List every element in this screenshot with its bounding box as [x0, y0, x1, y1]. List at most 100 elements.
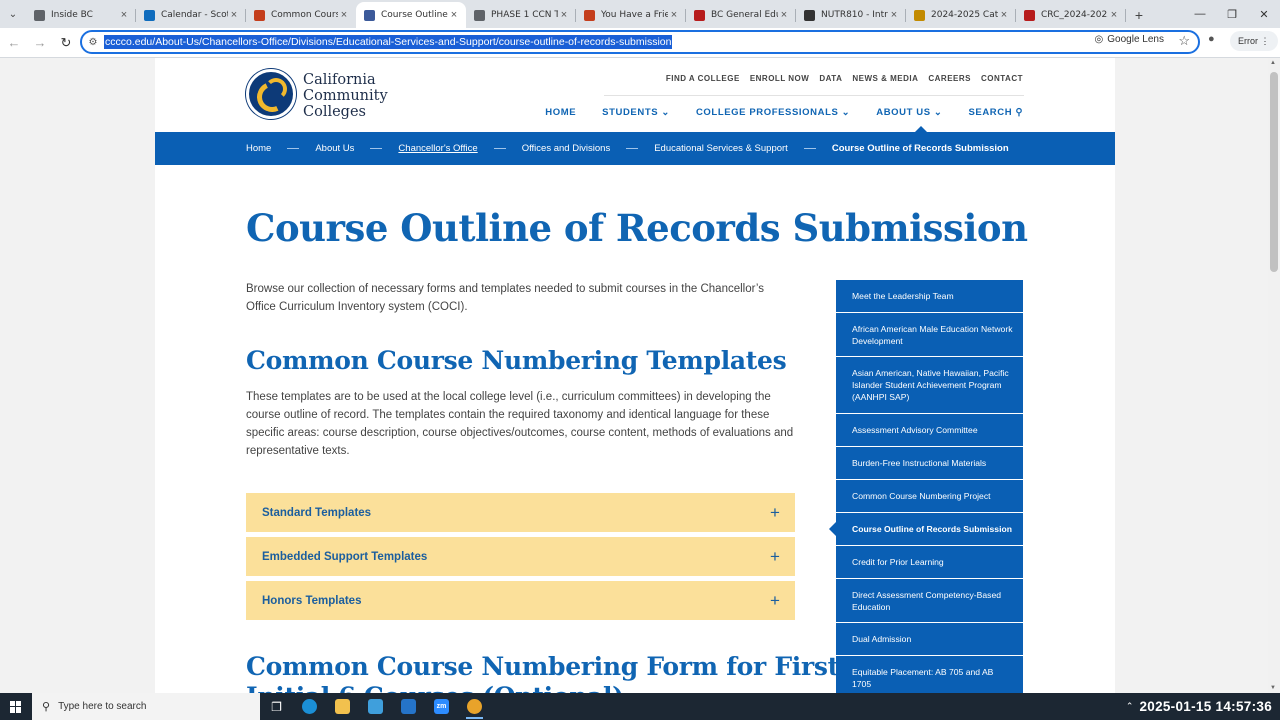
address-bar[interactable]: ⚙ cccco.edu/About-Us/Chancellors-Office/… — [80, 30, 1200, 54]
tab-close-icon[interactable]: × — [558, 9, 570, 21]
tab-favicon-icon — [804, 9, 815, 21]
sidebar-item[interactable]: Asian American, Native Hawaiian, Pacific… — [836, 357, 1023, 414]
minimize-icon[interactable]: — — [1184, 0, 1216, 28]
browser-tab[interactable]: Calendar - Scott C× — [136, 2, 246, 28]
breadcrumb-chancellors-office[interactable]: Chancellor's Office — [398, 143, 477, 154]
tab-close-icon[interactable]: × — [998, 9, 1010, 21]
zoom-icon[interactable]: zm — [425, 693, 458, 720]
breadcrumb-separator — [493, 148, 506, 149]
nav-about-us[interactable]: ABOUT US ⌄ — [876, 107, 942, 118]
tab-close-icon[interactable]: × — [338, 9, 350, 21]
file-explorer-icon[interactable] — [326, 693, 359, 720]
tab-close-icon[interactable]: × — [228, 9, 240, 21]
browser-tab[interactable]: Course Outline of× — [356, 2, 466, 28]
nav-students[interactable]: STUDENTS ⌄ — [602, 107, 670, 118]
browser-tab[interactable]: PHASE 1 CCN TEM× — [466, 2, 576, 28]
url-text[interactable]: cccco.edu/About-Us/Chancellors-Office/Di… — [104, 35, 673, 49]
sidebar-item-label: Dual Admission — [852, 634, 912, 644]
page-scrollbar[interactable]: ▲ ▼ — [1268, 58, 1280, 693]
util-link-contact[interactable]: CONTACT — [981, 74, 1023, 83]
tab-close-icon[interactable]: × — [778, 9, 790, 21]
bookmark-star-icon[interactable]: ☆ — [1178, 33, 1190, 49]
sidebar-item[interactable]: Credit for Prior Learning — [836, 546, 1023, 579]
accordion-standard-templates[interactable]: Standard Templates + — [246, 493, 795, 532]
clock[interactable]: 2025-01-15 14:57:36 — [1139, 699, 1280, 714]
breadcrumb-about-us[interactable]: About Us — [315, 143, 354, 154]
store-icon[interactable] — [359, 693, 392, 720]
nav-home[interactable]: HOME — [545, 107, 576, 118]
page-title: Course Outline of Records Submission — [246, 206, 1028, 250]
util-link-careers[interactable]: CAREERS — [928, 74, 971, 83]
browser-tab[interactable]: NUTR810 - Introd× — [796, 2, 906, 28]
tab-title: BC General Educa — [711, 10, 778, 20]
sidebar-item[interactable]: Meet the Leadership Team — [836, 280, 1023, 313]
section-text: These templates are to be used at the lo… — [246, 391, 794, 457]
tab-close-icon[interactable]: × — [1108, 9, 1120, 21]
sidebar-item-label: Direct Assessment Competency-Based Educa… — [852, 589, 1002, 612]
restore-icon[interactable]: ❐ — [1216, 0, 1248, 28]
accordion-honors-templates[interactable]: Honors Templates + — [246, 581, 795, 620]
sidebar-item[interactable]: Dual Admission — [836, 623, 1023, 656]
tab-search-icon[interactable]: ⌄ — [0, 0, 26, 28]
browser-tab[interactable]: You Have a Friend× — [576, 2, 686, 28]
breadcrumb-separator — [287, 148, 300, 149]
profile-icon[interactable]: ● — [1208, 33, 1215, 45]
site-info-icon[interactable]: ⚙ — [82, 37, 104, 48]
sidebar-item[interactable]: Course Outline of Records Submission — [829, 513, 1023, 546]
tab-close-icon[interactable]: × — [888, 9, 900, 21]
mail-icon[interactable] — [392, 693, 425, 720]
accordion-embedded-support-templates[interactable]: Embedded Support Templates + — [246, 537, 795, 576]
chevron-up-icon[interactable]: ⌃ — [1126, 701, 1134, 712]
tab-close-icon[interactable]: × — [448, 9, 460, 21]
logo-wordmark[interactable]: California Community Colleges — [303, 72, 388, 120]
sidebar-item[interactable]: African American Male Education Network … — [836, 313, 1023, 357]
breadcrumb-educational-services[interactable]: Educational Services & Support — [654, 143, 788, 154]
error-button[interactable]: Error ⋮ — [1230, 31, 1278, 51]
browser-tab[interactable]: CRC_2024-2025_C× — [1016, 2, 1126, 28]
breadcrumb-offices-divisions[interactable]: Offices and Divisions — [522, 143, 611, 154]
task-view-icon[interactable]: ❐ — [260, 693, 293, 720]
scroll-thumb[interactable] — [1270, 72, 1278, 272]
sidebar-item[interactable]: Assessment Advisory Committee — [836, 414, 1023, 447]
search-icon: ⚲ — [1015, 107, 1023, 118]
tab-favicon-icon — [254, 9, 265, 21]
new-tab-button[interactable]: + — [1126, 2, 1152, 28]
sidebar-item[interactable]: Burden-Free Instructional Materials — [836, 447, 1023, 480]
section2-title: Common Course Numbering Form for First I… — [246, 652, 839, 693]
forward-icon[interactable]: → — [28, 31, 52, 55]
tab-title: 2024-2025 Catalo — [931, 10, 998, 20]
nav-search[interactable]: SEARCH ⚲ — [968, 107, 1023, 118]
back-icon[interactable]: ← — [2, 31, 26, 55]
browser-tab-strip: ⌄ Inside BC×Calendar - Scott C×Common Co… — [0, 0, 1280, 28]
nav-college-professionals[interactable]: COLLEGE PROFESSIONALS ⌄ — [696, 107, 850, 118]
util-link-data[interactable]: DATA — [819, 74, 842, 83]
tab-favicon-icon — [34, 9, 45, 21]
sidebar-nav: Meet the Leadership Team African American… — [829, 280, 1023, 693]
sidebar-item[interactable]: Common Course Numbering Project — [836, 480, 1023, 513]
tab-favicon-icon — [364, 9, 375, 21]
browser-tab[interactable]: 2024-2025 Catalo× — [906, 2, 1016, 28]
taskbar-search-box[interactable]: ⚲ Type here to search — [32, 693, 260, 720]
browser-tab[interactable]: Inside BC × — [26, 2, 136, 28]
breadcrumb: Home About Us Chancellor's Office Office… — [155, 132, 1115, 165]
tab-close-icon[interactable]: × — [668, 9, 680, 21]
sidebar-item[interactable]: Direct Assessment Competency-Based Educa… — [836, 579, 1023, 623]
reload-icon[interactable]: ↻ — [54, 31, 78, 55]
browser-tab[interactable]: Common Course× — [246, 2, 356, 28]
sidebar-item-label: Course Outline of Records Submission — [852, 524, 1012, 534]
breadcrumb-home[interactable]: Home — [246, 143, 271, 154]
sidebar-item[interactable]: Equitable Placement: AB 705 and AB 1705 — [836, 656, 1023, 693]
edge-icon[interactable] — [293, 693, 326, 720]
cccco-logo-icon[interactable] — [246, 69, 296, 119]
close-window-icon[interactable]: ✕ — [1248, 0, 1280, 28]
scroll-up-icon[interactable]: ▲ — [1270, 60, 1276, 66]
chrome-icon[interactable] — [458, 693, 491, 720]
windows-start-icon[interactable] — [0, 693, 32, 720]
util-link-enroll-now[interactable]: ENROLL NOW — [750, 74, 810, 83]
google-lens-button[interactable]: ◎ Google Lens — [1095, 34, 1164, 45]
util-link-news-media[interactable]: NEWS & MEDIA — [852, 74, 918, 83]
browser-tab[interactable]: BC General Educa× — [686, 2, 796, 28]
tab-close-icon[interactable]: × — [118, 9, 130, 21]
scroll-down-icon[interactable]: ▼ — [1270, 685, 1276, 691]
util-link-find-a-college[interactable]: FIND A COLLEGE — [666, 74, 740, 83]
